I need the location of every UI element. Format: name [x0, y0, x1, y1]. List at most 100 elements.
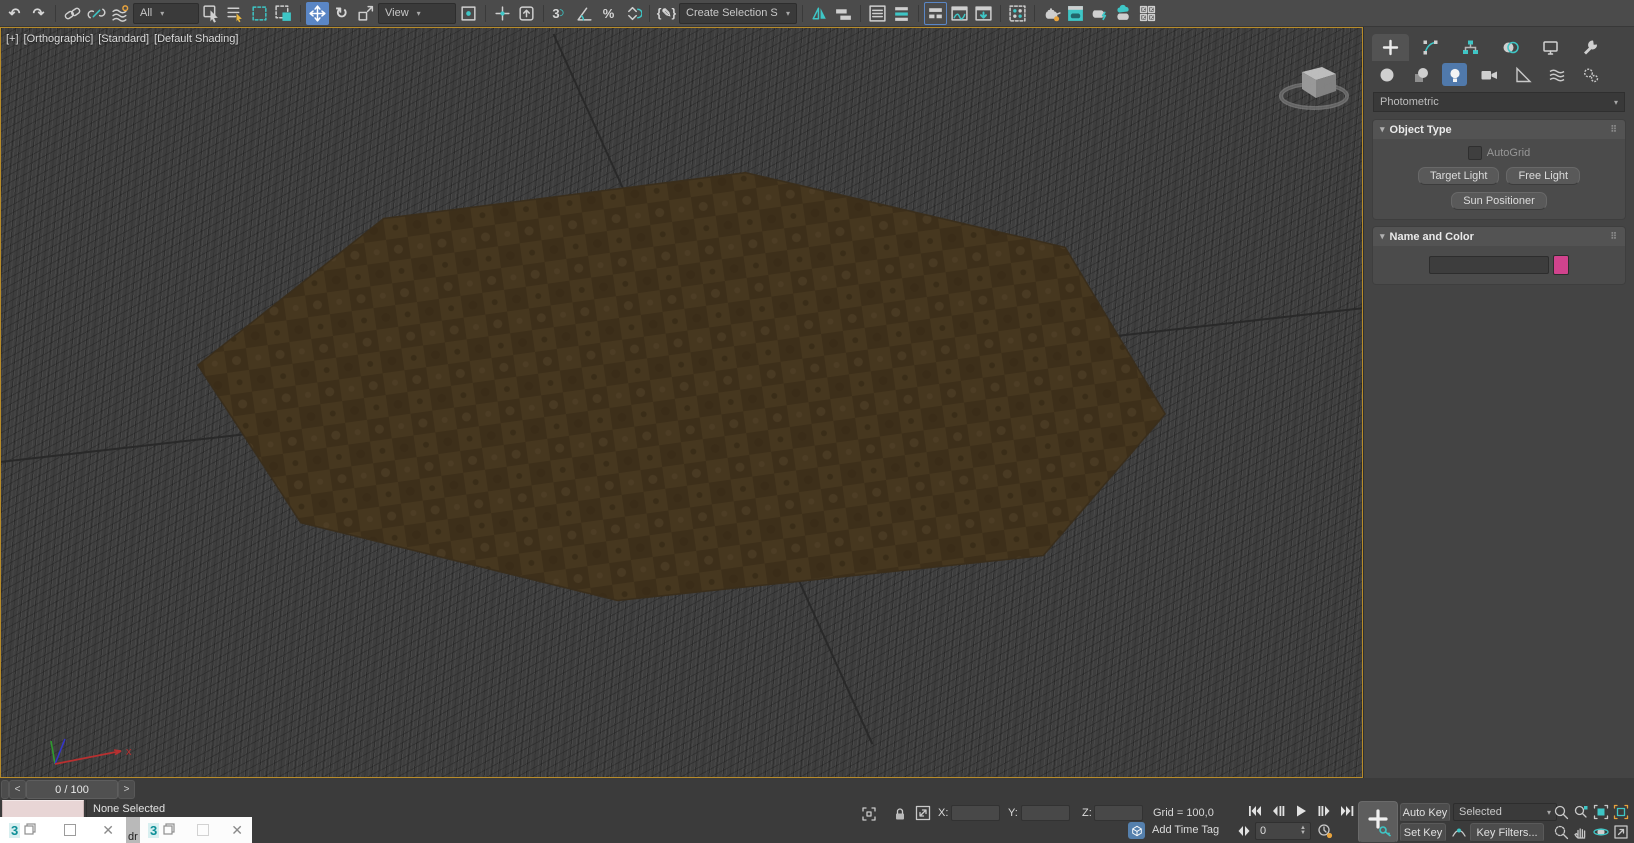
- edit-named-selection-sets-icon[interactable]: {✎}: [655, 2, 678, 25]
- viewport-general-menu[interactable]: [+]: [6, 33, 19, 45]
- next-frame-slider-button[interactable]: >: [118, 780, 135, 799]
- play-animation-button[interactable]: [1290, 803, 1311, 819]
- category-lights-icon[interactable]: [1442, 63, 1467, 86]
- render-production-icon[interactable]: [1088, 2, 1111, 25]
- coord-x-field[interactable]: [951, 805, 1000, 821]
- maximize-viewport-toggle-icon[interactable]: [1612, 823, 1630, 841]
- align-icon[interactable]: [832, 2, 855, 25]
- select-by-name-icon[interactable]: [224, 2, 247, 25]
- auto-key-button[interactable]: Auto Key: [1400, 803, 1450, 822]
- category-cameras-icon[interactable]: [1476, 63, 1501, 86]
- viewport-pov-menu[interactable]: [Orthographic]: [24, 33, 94, 45]
- octagon-plane-object[interactable]: [196, 171, 1167, 602]
- orbit-icon[interactable]: [1592, 823, 1610, 841]
- selection-filter-dropdown[interactable]: All ▾: [133, 2, 199, 24]
- close-button[interactable]: ✕: [102, 823, 114, 837]
- spinner-arrows-icon[interactable]: ▲ ▼: [1300, 825, 1306, 836]
- open-mini-trackbar-button[interactable]: [1, 780, 9, 799]
- category-helpers-icon[interactable]: [1510, 63, 1535, 86]
- viewcube[interactable]: [1272, 54, 1356, 118]
- zoom-icon[interactable]: [1552, 803, 1570, 821]
- rectangular-selection-region-icon[interactable]: [248, 2, 271, 25]
- schematic-view-icon[interactable]: [972, 2, 995, 25]
- window-crossing-icon[interactable]: [272, 2, 295, 25]
- spinner-snap-icon[interactable]: [621, 2, 644, 25]
- tab-hierarchy[interactable]: [1452, 34, 1489, 61]
- object-name-input[interactable]: [1429, 256, 1549, 274]
- rollout-grip-icon[interactable]: ⠿: [1610, 124, 1618, 135]
- zoom-extents-icon[interactable]: [1592, 803, 1610, 821]
- toggle-ribbon-icon[interactable]: [924, 1, 947, 25]
- set-keys-button[interactable]: [1358, 801, 1398, 843]
- snaps-toggle-icon[interactable]: 3: [549, 2, 572, 25]
- coord-z-field[interactable]: [1094, 805, 1143, 821]
- selection-lock-icon[interactable]: [891, 805, 909, 823]
- percent-snap-icon[interactable]: %: [597, 2, 620, 25]
- category-space-warps-icon[interactable]: [1544, 63, 1569, 86]
- default-tangents-icon[interactable]: [1450, 822, 1468, 840]
- free-light-button[interactable]: Free Light: [1506, 167, 1580, 185]
- coord-y-field[interactable]: [1021, 805, 1070, 821]
- reference-coordinate-system-dropdown[interactable]: View ▾: [378, 2, 456, 24]
- tab-motion[interactable]: [1492, 34, 1529, 61]
- rollout-grip-icon[interactable]: ⠿: [1610, 231, 1618, 242]
- layer-explorer-icon[interactable]: [890, 2, 913, 25]
- use-pivot-point-center-icon[interactable]: [457, 2, 480, 25]
- curve-editor-icon[interactable]: [948, 2, 971, 25]
- select-and-rotate-icon[interactable]: ↻: [330, 2, 353, 25]
- restore-window-icon[interactable]: [163, 822, 175, 838]
- viewport[interactable]: [+] [Orthographic] [Standard] [Default S…: [0, 27, 1363, 778]
- select-and-scale-icon[interactable]: [354, 2, 377, 25]
- bind-to-space-warp-icon[interactable]: [109, 2, 132, 25]
- select-and-manipulate-icon[interactable]: [491, 2, 514, 25]
- viewport-shading-menu[interactable]: [Default Shading]: [154, 33, 238, 45]
- maximize-button[interactable]: [197, 824, 210, 836]
- rendered-frame-window-icon[interactable]: [1064, 2, 1087, 25]
- category-geometry-icon[interactable]: [1374, 63, 1399, 86]
- zoom-extents-all-icon[interactable]: [1612, 803, 1630, 821]
- target-light-button[interactable]: Target Light: [1417, 167, 1500, 185]
- time-tag-icon[interactable]: [1128, 822, 1145, 839]
- window-caption-1[interactable]: 3 ✕: [0, 817, 128, 843]
- zoom-all-icon[interactable]: [1572, 803, 1590, 821]
- go-to-end-button[interactable]: [1336, 803, 1357, 819]
- current-frame-spinner[interactable]: 0 ▲ ▼: [1255, 822, 1311, 840]
- key-filter-selection-dropdown[interactable]: Selected ▾: [1453, 803, 1557, 821]
- category-systems-icon[interactable]: [1578, 63, 1603, 86]
- state-sets-icon[interactable]: [1136, 2, 1159, 25]
- maximize-button[interactable]: [64, 824, 77, 836]
- absolute-offset-mode-icon[interactable]: [914, 804, 932, 822]
- set-key-button[interactable]: Set Key: [1400, 823, 1446, 842]
- restore-window-icon[interactable]: [24, 822, 36, 838]
- time-configuration-icon[interactable]: [1316, 822, 1334, 840]
- tab-utilities[interactable]: [1572, 34, 1609, 61]
- select-and-link-icon[interactable]: [61, 2, 84, 25]
- window-caption-2[interactable]: 3 ✕: [140, 817, 252, 843]
- tab-display[interactable]: [1532, 34, 1569, 61]
- add-time-tag-label[interactable]: Add Time Tag: [1152, 824, 1219, 836]
- autogrid-checkbox[interactable]: [1467, 146, 1482, 160]
- tab-modify[interactable]: [1412, 34, 1449, 61]
- tab-create[interactable]: [1372, 34, 1409, 61]
- render-setup-icon[interactable]: [1040, 2, 1063, 25]
- go-to-start-button[interactable]: [1244, 803, 1265, 819]
- select-object-icon[interactable]: [200, 2, 223, 25]
- name-and-color-rollout-header[interactable]: ▾ Name and Color ⠿: [1373, 227, 1625, 246]
- render-in-cloud-icon[interactable]: [1112, 2, 1135, 25]
- material-editor-icon[interactable]: [1006, 2, 1029, 25]
- viewport-standard-menu[interactable]: [Standard]: [98, 33, 149, 45]
- next-frame-button[interactable]: [1313, 803, 1334, 819]
- undo-icon[interactable]: ↶: [3, 2, 26, 25]
- key-mode-toggle-button[interactable]: [1236, 823, 1252, 839]
- object-color-swatch[interactable]: [1553, 255, 1569, 275]
- zoom-region-icon[interactable]: [1552, 823, 1570, 841]
- isolate-selection-icon[interactable]: [860, 805, 878, 823]
- sun-positioner-button[interactable]: Sun Positioner: [1451, 192, 1547, 210]
- unlink-selection-icon[interactable]: [85, 2, 108, 25]
- previous-frame-button[interactable]: [1267, 803, 1288, 819]
- redo-icon[interactable]: ↷: [27, 2, 50, 25]
- light-type-dropdown[interactable]: Photometric ▾: [1373, 92, 1625, 112]
- mirror-icon[interactable]: [808, 2, 831, 25]
- close-button[interactable]: ✕: [231, 823, 243, 837]
- object-type-rollout-header[interactable]: ▾ Object Type ⠿: [1373, 120, 1625, 139]
